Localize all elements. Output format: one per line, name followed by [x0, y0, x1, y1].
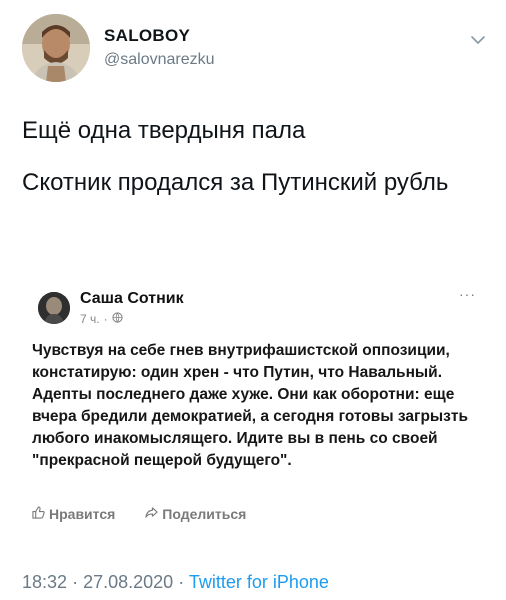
post-actions: Нравится Поделиться: [32, 506, 246, 522]
share-action: Поделиться: [145, 506, 246, 522]
footer-separator: ·: [72, 572, 79, 592]
footer-separator: ·: [178, 572, 185, 592]
post-more-icon: ···: [459, 286, 476, 302]
tweet-paragraph: Скотник продался за Путинский рубль: [22, 169, 449, 196]
tweet-header: SALOBOY @salovnarezku: [22, 14, 492, 90]
tweet-date[interactable]: 27.08.2020: [83, 572, 173, 592]
post-author-avatar: [38, 292, 70, 324]
globe-icon: [111, 312, 123, 326]
like-action: Нравится: [32, 506, 115, 522]
thumbs-up-icon: [32, 506, 45, 522]
post-meta-separator: ·: [103, 312, 108, 326]
user-avatar[interactable]: [22, 14, 90, 82]
share-label: Поделиться: [162, 506, 247, 522]
tweet-source-link[interactable]: Twitter for iPhone: [189, 572, 329, 592]
share-arrow-icon: [145, 506, 158, 522]
tweet-paragraph: Ещё одна твердыня пала: [22, 117, 306, 144]
chevron-down-icon[interactable]: [470, 32, 486, 48]
like-label: Нравится: [49, 506, 116, 522]
embedded-post-image[interactable]: Саша Сотник 7 ч. · ··· Чувствуя на себе …: [22, 272, 488, 532]
tweet-text: Ещё одна твердыня пала Скотник продался …: [22, 116, 482, 220]
post-author-name: Саша Сотник: [80, 290, 184, 307]
display-name[interactable]: SALOBOY: [104, 26, 215, 46]
post-time: 7 ч.: [80, 312, 100, 326]
tweet-author: SALOBOY @salovnarezku: [104, 26, 215, 69]
user-handle[interactable]: @salovnarezku: [104, 51, 215, 69]
tweet-time[interactable]: 18:32: [22, 572, 67, 592]
post-text: Чувствуя на себе гнев внутрифашистской о…: [32, 342, 468, 469]
tweet-footer: 18:32 · 27.08.2020 · Twitter for iPhone: [22, 572, 329, 593]
post-meta: 7 ч. ·: [80, 312, 123, 326]
